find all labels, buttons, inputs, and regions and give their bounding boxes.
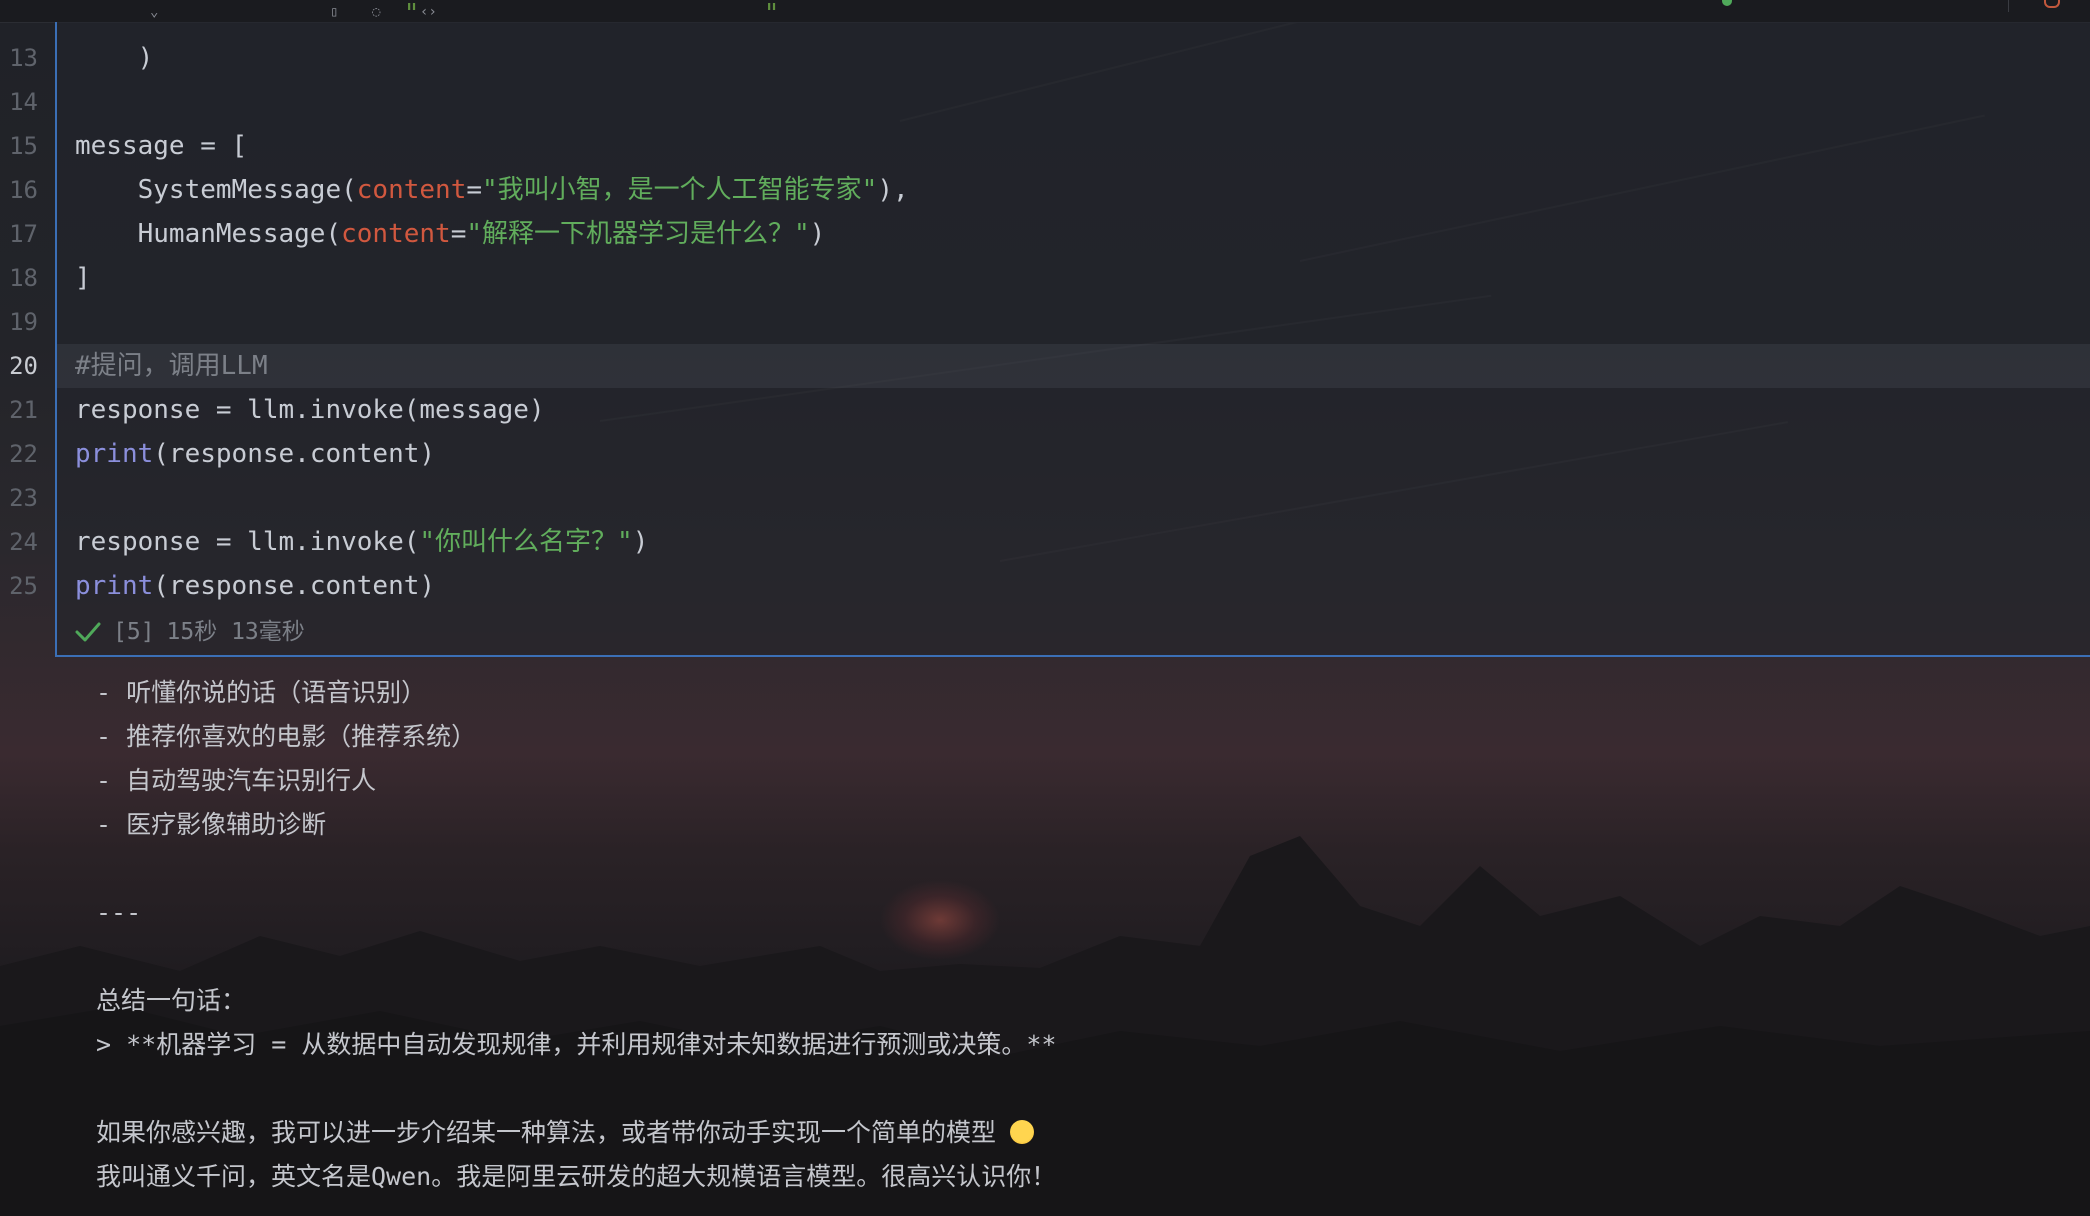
output-divider: --- (96, 898, 142, 927)
status-indicator-icon (1722, 0, 1732, 6)
output-line: 如果你感兴趣，我可以进一步介绍某一种算法，或者带你动手实现一个简单的模型 (96, 1111, 1035, 1155)
code-line-16[interactable]: SystemMessage(content="我叫小智，是一个人工智能专家"), (75, 168, 909, 212)
notebook-screen: ⌄ ▯ ◌ ‹› 13 14 15 16 17 18 19 20 21 22 2… (0, 0, 2090, 1216)
code-line-24[interactable]: response = llm.invoke("你叫什么名字？") (75, 520, 648, 564)
line-number: 15 (9, 132, 38, 160)
code-line-15[interactable]: message = [ (75, 124, 247, 168)
execution-count: [5] (113, 619, 155, 645)
output-line: - 自动驾驶汽车识别行人 (96, 766, 377, 795)
output-line: - 推荐你喜欢的电影（推荐系统） (96, 722, 477, 751)
execution-duration: 15秒 13毫秒 (166, 619, 305, 645)
warning-indicator-icon[interactable] (2044, 0, 2060, 8)
line-number: 16 (9, 176, 38, 204)
code-line-25[interactable]: print(response.content) (75, 564, 435, 608)
line-number: 17 (9, 220, 38, 248)
code-line-21[interactable]: response = llm.invoke(message) (75, 388, 545, 432)
code-line-20-comment[interactable]: #提问，调用LLM (75, 344, 268, 388)
output-line: > **机器学习 = 从数据中自动发现规律，并利用规律对未知数据进行预测或决策。… (96, 1030, 1057, 1059)
line-number-gutter: 13 14 15 16 17 18 19 20 21 22 23 24 25 (0, 22, 55, 657)
toolbar-separator (2008, 0, 2009, 12)
line-number: 19 (9, 308, 38, 336)
code-cell[interactable]: " " ) message = [ SystemMessage(content=… (55, 0, 2090, 657)
output-line: 总结一句话： (96, 986, 247, 1015)
code-line-22[interactable]: print(response.content) (75, 432, 435, 476)
line-number: 14 (9, 88, 38, 116)
line-number: 18 (9, 264, 38, 292)
code-line-13[interactable]: ) (75, 36, 154, 80)
line-number: 23 (9, 484, 38, 512)
output-line: - 医疗影像辅助诊断 (96, 810, 327, 839)
line-number: 24 (9, 528, 38, 556)
code-line-18[interactable]: ] (75, 256, 91, 300)
current-line-highlight (57, 344, 2090, 388)
output-line: 我叫通义千问，英文名是Qwen。我是阿里云研发的超大规模语言模型。很高兴认识你！ (96, 1162, 1057, 1191)
code-line-cut[interactable]: " " (75, 0, 780, 36)
line-number: 22 (9, 440, 38, 468)
line-number: 21 (9, 396, 38, 424)
code-line-17[interactable]: HumanMessage(content="解释一下机器学习是什么？") (75, 212, 826, 256)
output-line: - 听懂你说的话（语音识别） (96, 678, 427, 707)
line-number: 13 (9, 44, 38, 72)
line-number: 25 (9, 572, 38, 600)
execution-status: [5] 15秒 13毫秒 (75, 616, 305, 648)
line-number-active: 20 (9, 352, 38, 380)
smiling-face-icon (1010, 1120, 1035, 1144)
check-icon (75, 622, 101, 642)
